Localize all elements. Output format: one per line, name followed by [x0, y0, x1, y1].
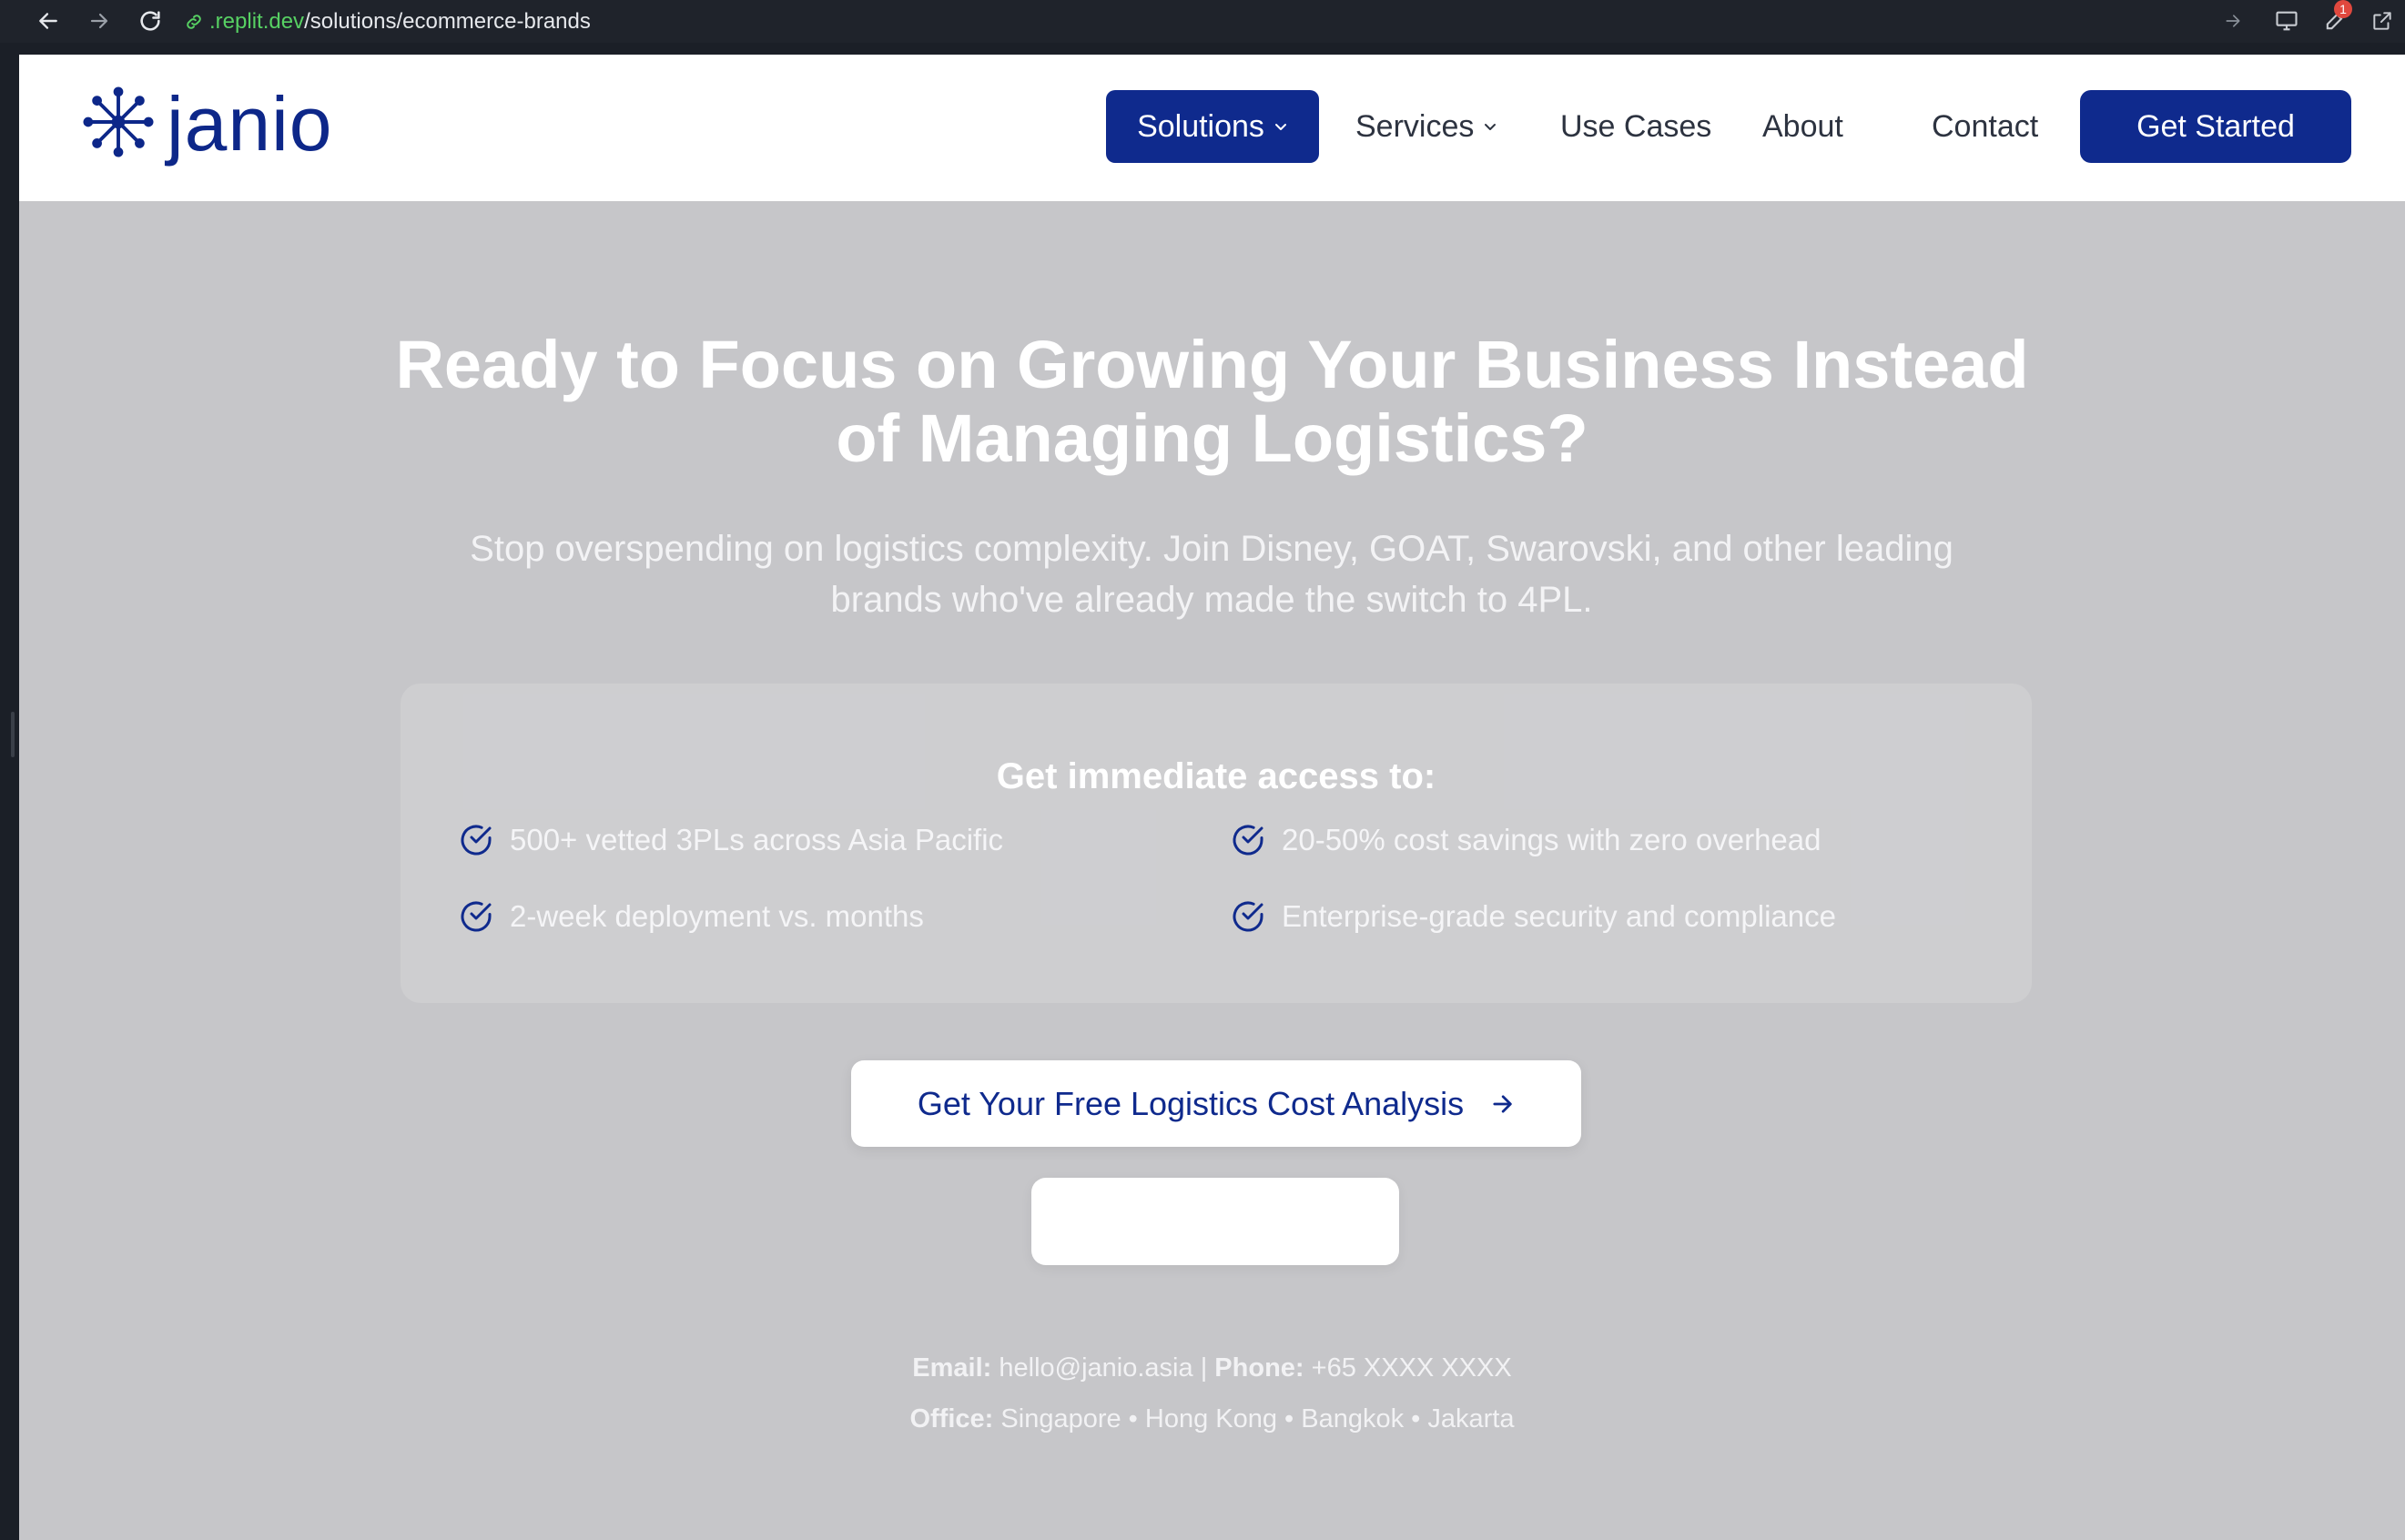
- check-circle-icon: [461, 901, 492, 932]
- back-icon[interactable]: [33, 5, 64, 36]
- url-path: /solutions/ecommerce-brands: [304, 8, 591, 34]
- nav-services[interactable]: Services: [1355, 90, 1497, 163]
- free-cost-analysis-button[interactable]: Get Your Free Logistics Cost Analysis: [851, 1060, 1581, 1147]
- nav-contact[interactable]: Contact: [1932, 90, 2038, 163]
- access-title: Get immediate access to:: [996, 756, 1436, 796]
- nav-solutions-label: Solutions: [1137, 108, 1264, 144]
- extensions-badge: 1: [2334, 0, 2352, 18]
- hero-subtitle-line-1: Stop overspending on logistics complexit…: [470, 529, 1953, 569]
- email-label: Email:: [912, 1353, 992, 1383]
- benefit-text: 2-week deployment vs. months: [510, 899, 924, 933]
- side-panel-edge: [0, 43, 19, 1540]
- benefit-text: 20-50% cost savings with zero overhead: [1282, 823, 1822, 856]
- desktop-icon[interactable]: [2272, 6, 2301, 35]
- open-external-icon[interactable]: [2368, 6, 2397, 35]
- resize-handle[interactable]: [11, 712, 15, 757]
- office-label: Office:: [909, 1404, 994, 1434]
- logo-mark-icon: [83, 86, 154, 162]
- forward-icon[interactable]: [84, 5, 115, 36]
- get-started-button[interactable]: Get Started: [2080, 90, 2351, 163]
- hero-subtitle-line-2: brands who've already made the switch to…: [830, 580, 1593, 620]
- contact-line-email-phone: Email: hello@janio.asia | Phone: +65 XXX…: [19, 1353, 2405, 1383]
- check-circle-icon: [1233, 901, 1263, 932]
- nav-about[interactable]: About: [1762, 90, 1843, 163]
- chrome-divider: [0, 43, 2405, 55]
- go-icon[interactable]: [2218, 6, 2248, 35]
- nav-use-cases[interactable]: Use Cases: [1560, 90, 1711, 163]
- janio-logo[interactable]: janio: [83, 86, 332, 162]
- phone-value[interactable]: +65 XXXX XXXX: [1312, 1353, 1512, 1383]
- link-icon: [184, 12, 204, 32]
- address-bar[interactable]: .replit.dev/solutions/ecommerce-brands: [184, 7, 591, 35]
- benefit-item: 2-week deployment vs. months: [458, 898, 924, 935]
- hero-title-line-1: Ready to Focus on Growing Your Business …: [395, 327, 2029, 402]
- chevron-down-icon: [1485, 124, 1497, 130]
- hero-title-line-2: of Managing Logistics?: [836, 400, 1588, 476]
- benefit-item: Enterprise-grade security and compliance: [1230, 898, 1836, 935]
- hero-title: Ready to Focus on Growing Your Business …: [19, 328, 2405, 475]
- reload-icon[interactable]: [135, 5, 166, 36]
- access-panel: Get immediate access to: 500+ vetted 3PL…: [401, 684, 2032, 1003]
- browser-toolbar: .replit.dev/solutions/ecommerce-brands 1: [0, 0, 2405, 43]
- site-header: janio Solutions Services Use Cases About…: [19, 55, 2405, 201]
- check-circle-icon: [461, 825, 492, 856]
- contact-separator: |: [1200, 1353, 1208, 1383]
- office-locations: Singapore • Hong Kong • Bangkok • Jakart…: [1000, 1404, 1515, 1434]
- benefit-item: 20-50% cost savings with zero overhead: [1230, 822, 1822, 858]
- nav-services-label: Services: [1355, 108, 1475, 144]
- benefit-text: Enterprise-grade security and compliance: [1282, 899, 1836, 933]
- phone-label: Phone:: [1214, 1353, 1304, 1383]
- free-cost-analysis-label: Get Your Free Logistics Cost Analysis: [917, 1084, 1465, 1122]
- benefit-text: 500+ vetted 3PLs across Asia Pacific: [510, 823, 1004, 856]
- chevron-down-icon: [1274, 124, 1286, 130]
- check-circle-icon: [1233, 825, 1263, 856]
- url-host: .replit.dev: [209, 8, 305, 34]
- logo-wordmark: janio: [167, 81, 333, 167]
- arrow-right-icon: [1493, 1094, 1512, 1113]
- secondary-button[interactable]: [1031, 1178, 1399, 1265]
- page: janio Solutions Services Use Cases About…: [19, 55, 2405, 1540]
- contact-line-office: Office: Singapore • Hong Kong • Bangkok …: [19, 1404, 2405, 1434]
- nav-solutions[interactable]: Solutions: [1106, 90, 1319, 163]
- email-value[interactable]: hello@janio.asia: [999, 1353, 1192, 1383]
- hero-subtitle: Stop overspending on logistics complexit…: [429, 523, 1994, 625]
- benefit-item: 500+ vetted 3PLs across Asia Pacific: [458, 822, 1003, 858]
